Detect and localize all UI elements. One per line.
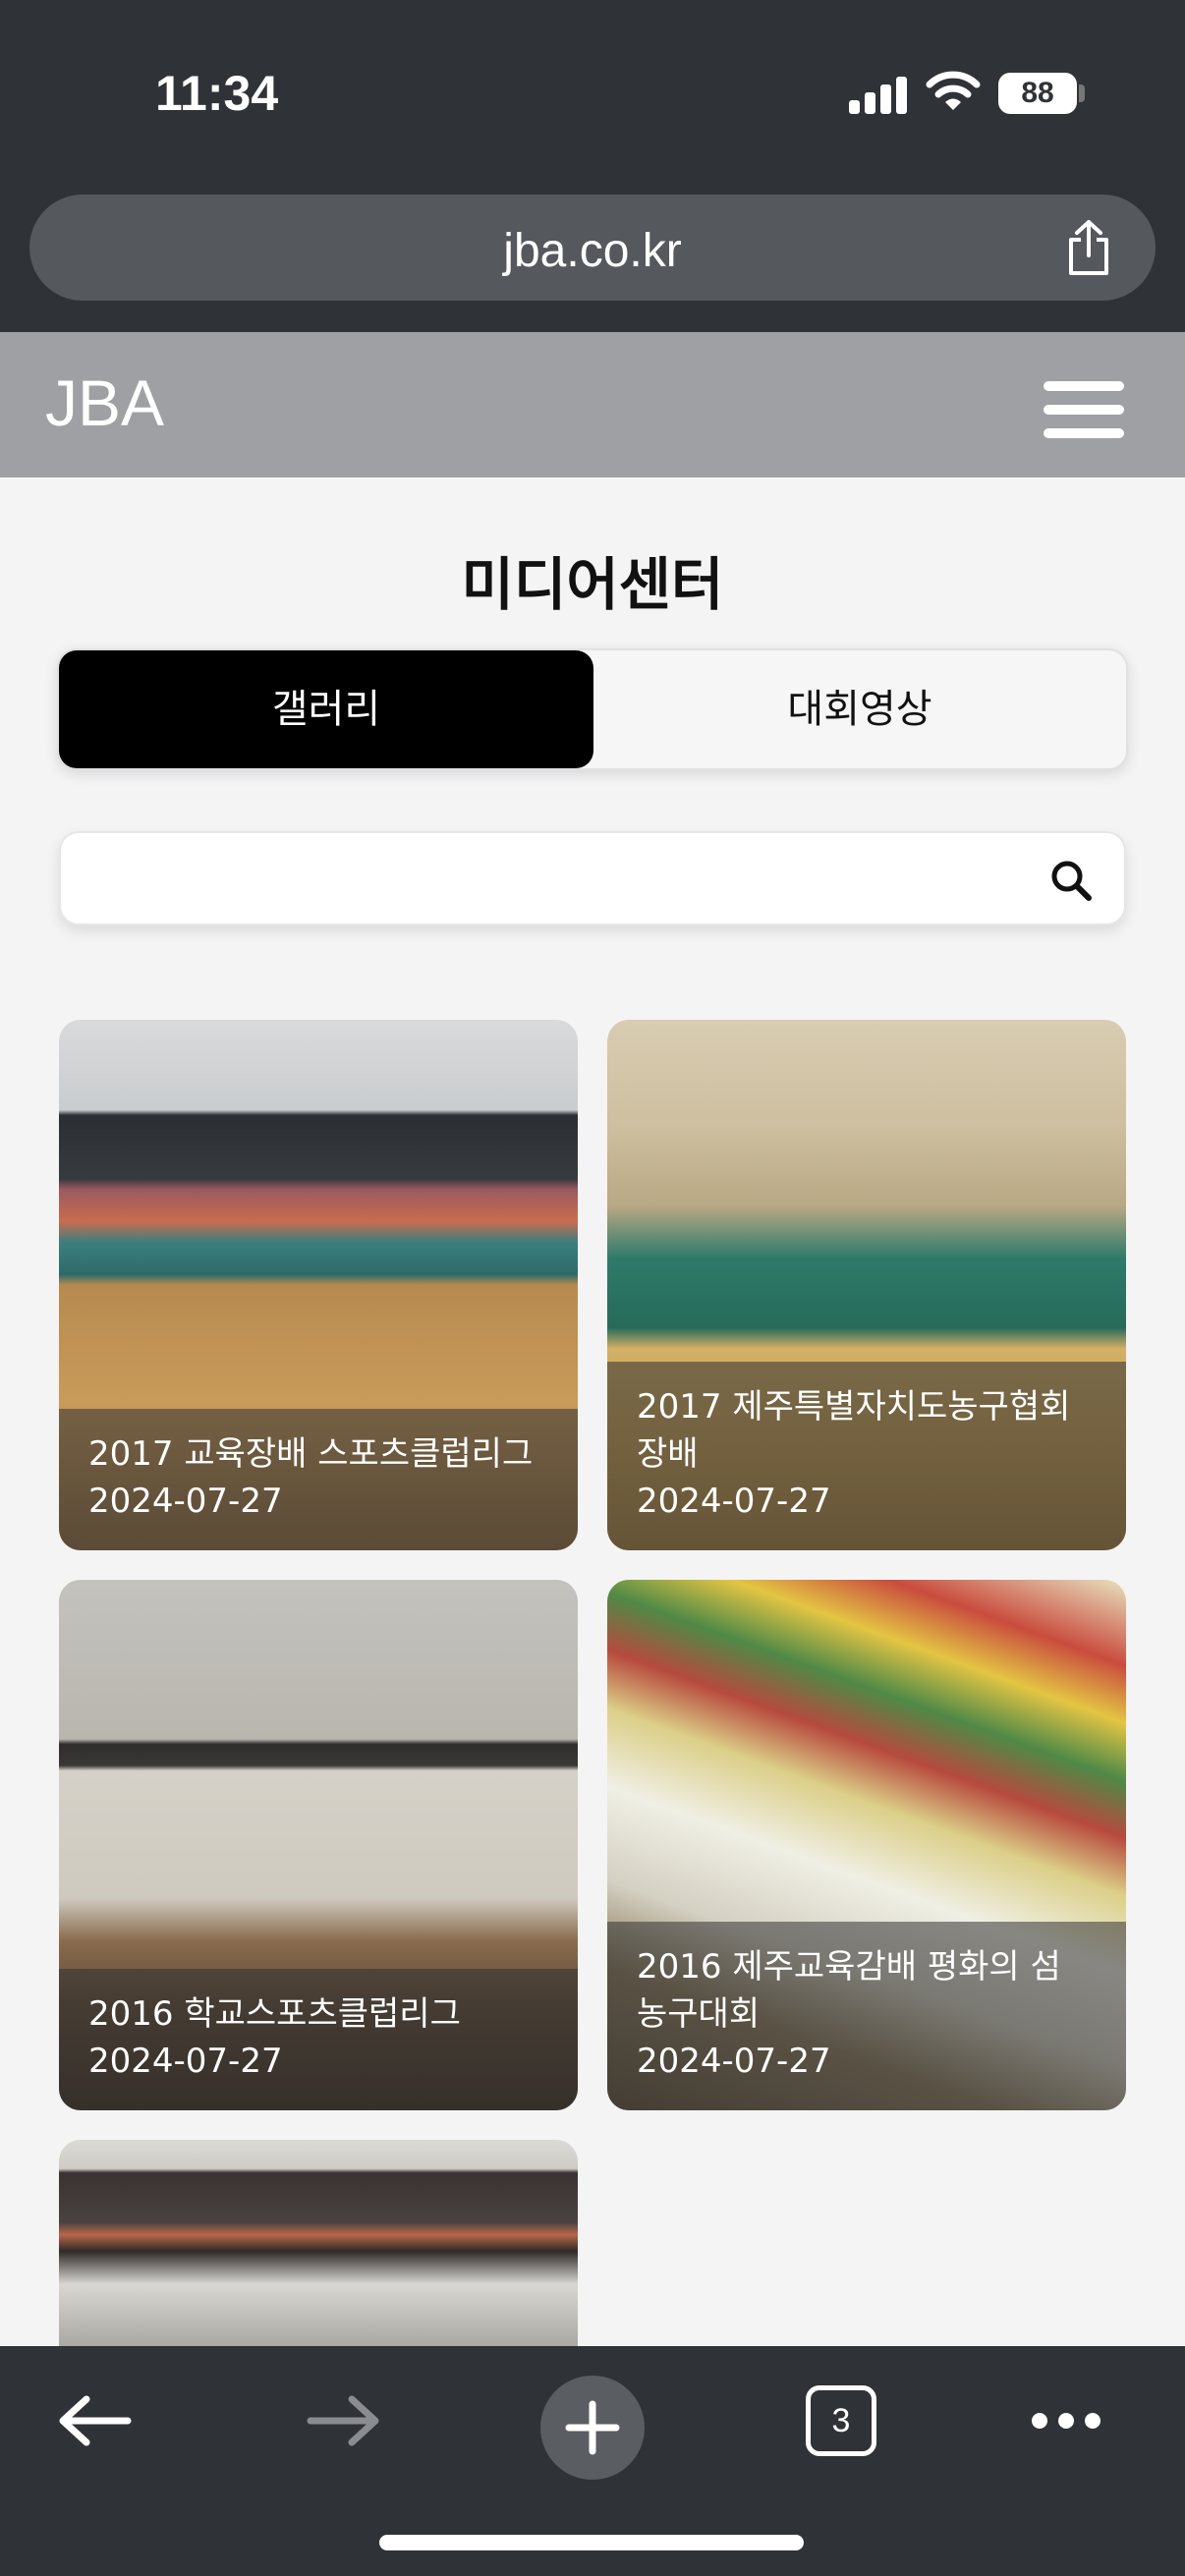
battery-level: 88 bbox=[1021, 77, 1054, 109]
card-date: 2024-07-27 bbox=[637, 2042, 831, 2081]
card-title: 2016 제주교육감배 평화의 섬 농구대회 bbox=[637, 1947, 1061, 2034]
tab-tournament-videos[interactable]: 대회영상 bbox=[593, 650, 1126, 768]
forward-arrow-icon[interactable] bbox=[295, 2381, 393, 2460]
card-caption: 2017 교육장배 스포츠클럽리그 2024-07-27 bbox=[59, 1409, 578, 1550]
card-title: 2017 교육장배 스포츠클럽리그 bbox=[88, 1434, 534, 1474]
site-header: JBA bbox=[0, 332, 1185, 477]
gallery-card[interactable] bbox=[59, 2140, 578, 2346]
card-caption: 2016 학교스포츠클럽리그 2024-07-27 bbox=[59, 1969, 578, 2110]
card-title: 2016 학교스포츠클럽리그 bbox=[88, 1994, 461, 2034]
card-caption: 2016 제주교육감배 평화의 섬 농구대회 2024-07-27 bbox=[607, 1922, 1126, 2110]
url-text[interactable]: jba.co.kr bbox=[29, 224, 1156, 278]
site-logo[interactable]: JBA bbox=[45, 365, 164, 440]
address-bar[interactable]: jba.co.kr bbox=[29, 195, 1156, 301]
media-tabs: 갤러리 대회영상 bbox=[57, 648, 1128, 770]
share-icon[interactable] bbox=[1061, 218, 1116, 277]
card-date: 2024-07-27 bbox=[88, 2042, 283, 2081]
card-date: 2024-07-27 bbox=[637, 1482, 831, 1521]
search-icon[interactable] bbox=[1049, 859, 1093, 902]
browser-toolbar: jba.co.kr bbox=[0, 187, 1185, 332]
page-title: 미디어센터 bbox=[461, 551, 724, 618]
battery-icon: 88 bbox=[998, 73, 1077, 114]
card-title: 2017 제주특별자치도농구협회장배 bbox=[637, 1387, 1071, 1474]
plus-icon bbox=[565, 2400, 620, 2455]
gallery-card[interactable]: 2017 제주특별자치도농구협회장배 2024-07-27 bbox=[607, 1020, 1126, 1550]
gallery-card[interactable]: 2016 제주교육감배 평화의 섬 농구대회 2024-07-27 bbox=[607, 1580, 1126, 2110]
status-time: 11:34 bbox=[155, 66, 279, 121]
home-indicator bbox=[379, 2535, 804, 2550]
hamburger-menu-icon[interactable] bbox=[1044, 381, 1124, 438]
more-options-icon[interactable] bbox=[1032, 2405, 1100, 2435]
back-arrow-icon[interactable] bbox=[45, 2381, 143, 2460]
gallery-photo bbox=[59, 2140, 578, 2346]
card-date: 2024-07-27 bbox=[88, 1482, 283, 1521]
new-tab-button[interactable] bbox=[540, 2376, 645, 2480]
gallery-card[interactable]: 2017 교육장배 스포츠클럽리그 2024-07-27 bbox=[59, 1020, 578, 1550]
cellular-signal-icon bbox=[849, 75, 908, 114]
search-input[interactable] bbox=[85, 847, 1028, 910]
battery-tip bbox=[1079, 84, 1085, 102]
status-bar: 11:34 88 bbox=[0, 0, 1185, 187]
wifi-icon bbox=[926, 71, 981, 110]
tab-switcher-button[interactable]: 3 bbox=[806, 2385, 876, 2456]
search-box bbox=[59, 831, 1126, 925]
gallery-card[interactable]: 2016 학교스포츠클럽리그 2024-07-27 bbox=[59, 1580, 578, 2110]
card-caption: 2017 제주특별자치도농구협회장배 2024-07-27 bbox=[607, 1362, 1126, 1550]
tab-gallery[interactable]: 갤러리 bbox=[59, 650, 593, 768]
